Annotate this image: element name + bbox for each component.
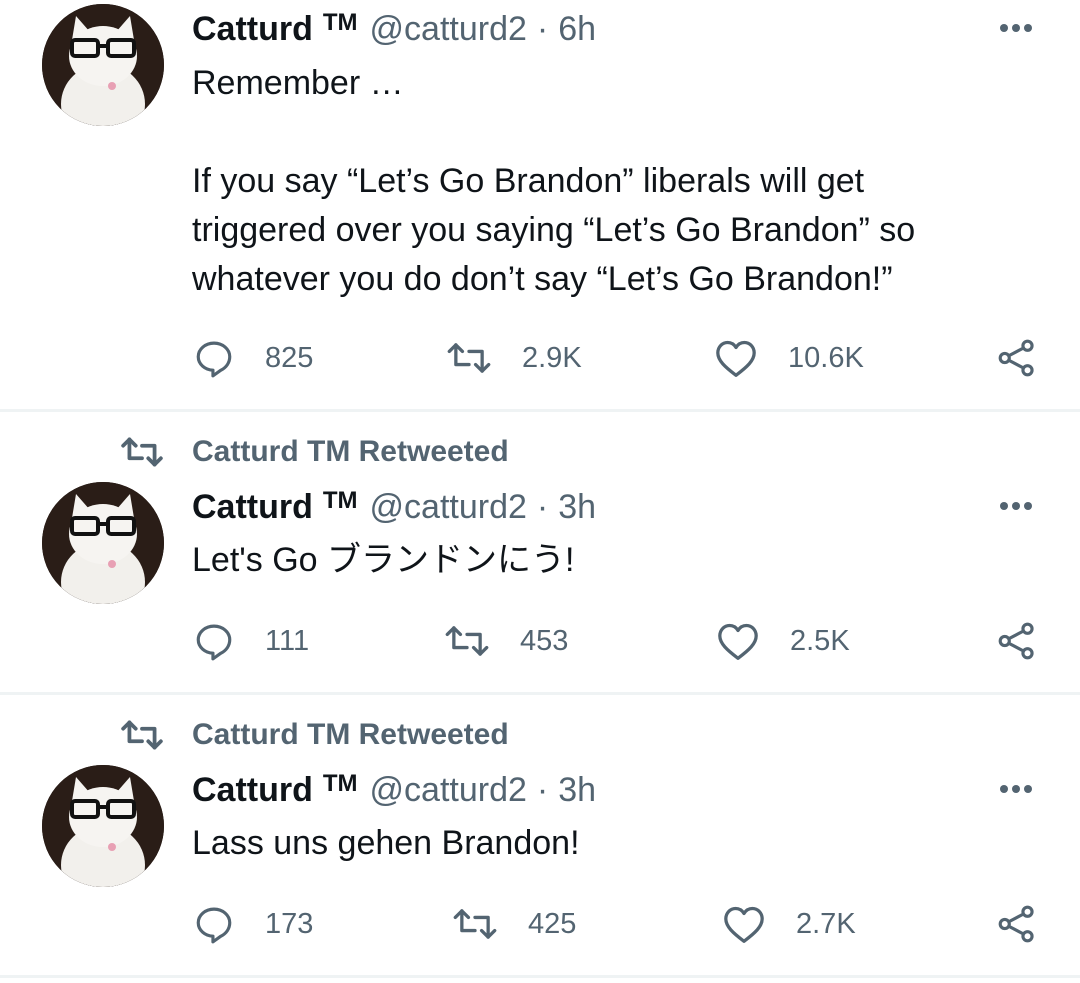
timestamp[interactable]: 3h: [558, 488, 596, 527]
tweet-actions: 173 425 2.7K: [0, 899, 1080, 949]
user-handle[interactable]: @catturd2: [370, 771, 527, 810]
retweet-count: 425: [528, 907, 577, 940]
retweeted-by-line: Catturd TM Retweeted: [120, 432, 509, 472]
tweet-header: Catturd TM @catturd2 · 3h: [192, 767, 596, 813]
retweet-icon: [446, 339, 492, 377]
reply-count: 111: [265, 624, 310, 657]
tweet-3[interactable]: Catturd TM Retweeted Catturd TM @catturd…: [0, 695, 1080, 975]
share-button[interactable]: [996, 333, 1038, 383]
retweet-icon: [452, 905, 498, 943]
avatar[interactable]: [42, 765, 164, 887]
user-handle[interactable]: @catturd2: [370, 488, 527, 527]
separator-dot: ·: [536, 487, 549, 526]
tweet-text: Let's Go ブランドンにう!: [192, 541, 575, 579]
user-handle[interactable]: @catturd2: [370, 10, 527, 49]
reply-count: 825: [265, 341, 314, 374]
reply-button[interactable]: 825: [193, 333, 313, 383]
like-count: 2.5K: [790, 624, 850, 657]
heart-icon: [716, 621, 760, 661]
avatar[interactable]: [42, 482, 164, 604]
separator-dot: ·: [536, 9, 549, 48]
like-count: 10.6K: [788, 341, 864, 374]
separator-dot: ·: [536, 770, 549, 809]
reply-icon: [193, 337, 235, 379]
retweet-count: 453: [520, 624, 569, 657]
retweet-count: 2.9K: [522, 341, 582, 374]
reply-icon: [193, 903, 235, 945]
reply-count: 173: [265, 907, 314, 940]
trademark-label: TM: [322, 9, 358, 36]
display-name[interactable]: Catturd: [192, 488, 313, 527]
tweet-actions: 111 453 2.5K: [0, 616, 1080, 666]
more-icon[interactable]: [996, 779, 1036, 799]
tweet-text: Remember … If you say “Let’s Go Brandon”…: [192, 64, 916, 298]
like-button[interactable]: 10.6K: [714, 333, 864, 383]
trademark-label: TM: [322, 770, 358, 797]
like-button[interactable]: 2.7K: [722, 899, 856, 949]
timestamp[interactable]: 3h: [558, 771, 596, 810]
more-icon[interactable]: [996, 18, 1036, 38]
retweeted-by-line: Catturd TM Retweeted: [120, 715, 509, 755]
tweet-2[interactable]: Catturd TM Retweeted Catturd TM @catturd…: [0, 412, 1080, 692]
avatar[interactable]: [42, 4, 164, 126]
more-icon[interactable]: [996, 496, 1036, 516]
like-count: 2.7K: [796, 907, 856, 940]
tweet-1[interactable]: Catturd TM @catturd2 · 6h Remember … If …: [0, 0, 1080, 410]
share-icon: [996, 620, 1038, 662]
reply-icon: [193, 620, 235, 662]
like-button[interactable]: 2.5K: [716, 616, 850, 666]
divider: [0, 975, 1080, 978]
tweet-actions: 825 2.9K 10.6K: [0, 333, 1080, 383]
tweet-header: Catturd TM @catturd2 · 6h: [192, 6, 596, 52]
share-icon: [996, 903, 1038, 945]
display-name[interactable]: Catturd: [192, 10, 313, 49]
retweeted-by-label[interactable]: Catturd TM Retweeted: [192, 435, 509, 469]
retweet-icon: [120, 717, 164, 753]
share-icon: [996, 337, 1038, 379]
heart-icon: [722, 904, 766, 944]
retweeted-by-label[interactable]: Catturd TM Retweeted: [192, 718, 509, 752]
retweet-icon: [120, 434, 164, 470]
retweet-button[interactable]: 2.9K: [446, 333, 582, 383]
retweet-button[interactable]: 453: [444, 616, 568, 666]
share-button[interactable]: [996, 899, 1038, 949]
timestamp[interactable]: 6h: [558, 10, 596, 49]
retweet-icon: [444, 622, 490, 660]
heart-icon: [714, 338, 758, 378]
retweet-button[interactable]: 425: [452, 899, 576, 949]
share-button[interactable]: [996, 616, 1038, 666]
tweet-text: Lass uns gehen Brandon!: [192, 824, 580, 862]
display-name[interactable]: Catturd: [192, 771, 313, 810]
tweet-header: Catturd TM @catturd2 · 3h: [192, 484, 596, 530]
reply-button[interactable]: 111: [193, 616, 309, 666]
reply-button[interactable]: 173: [193, 899, 313, 949]
trademark-label: TM: [322, 487, 358, 514]
